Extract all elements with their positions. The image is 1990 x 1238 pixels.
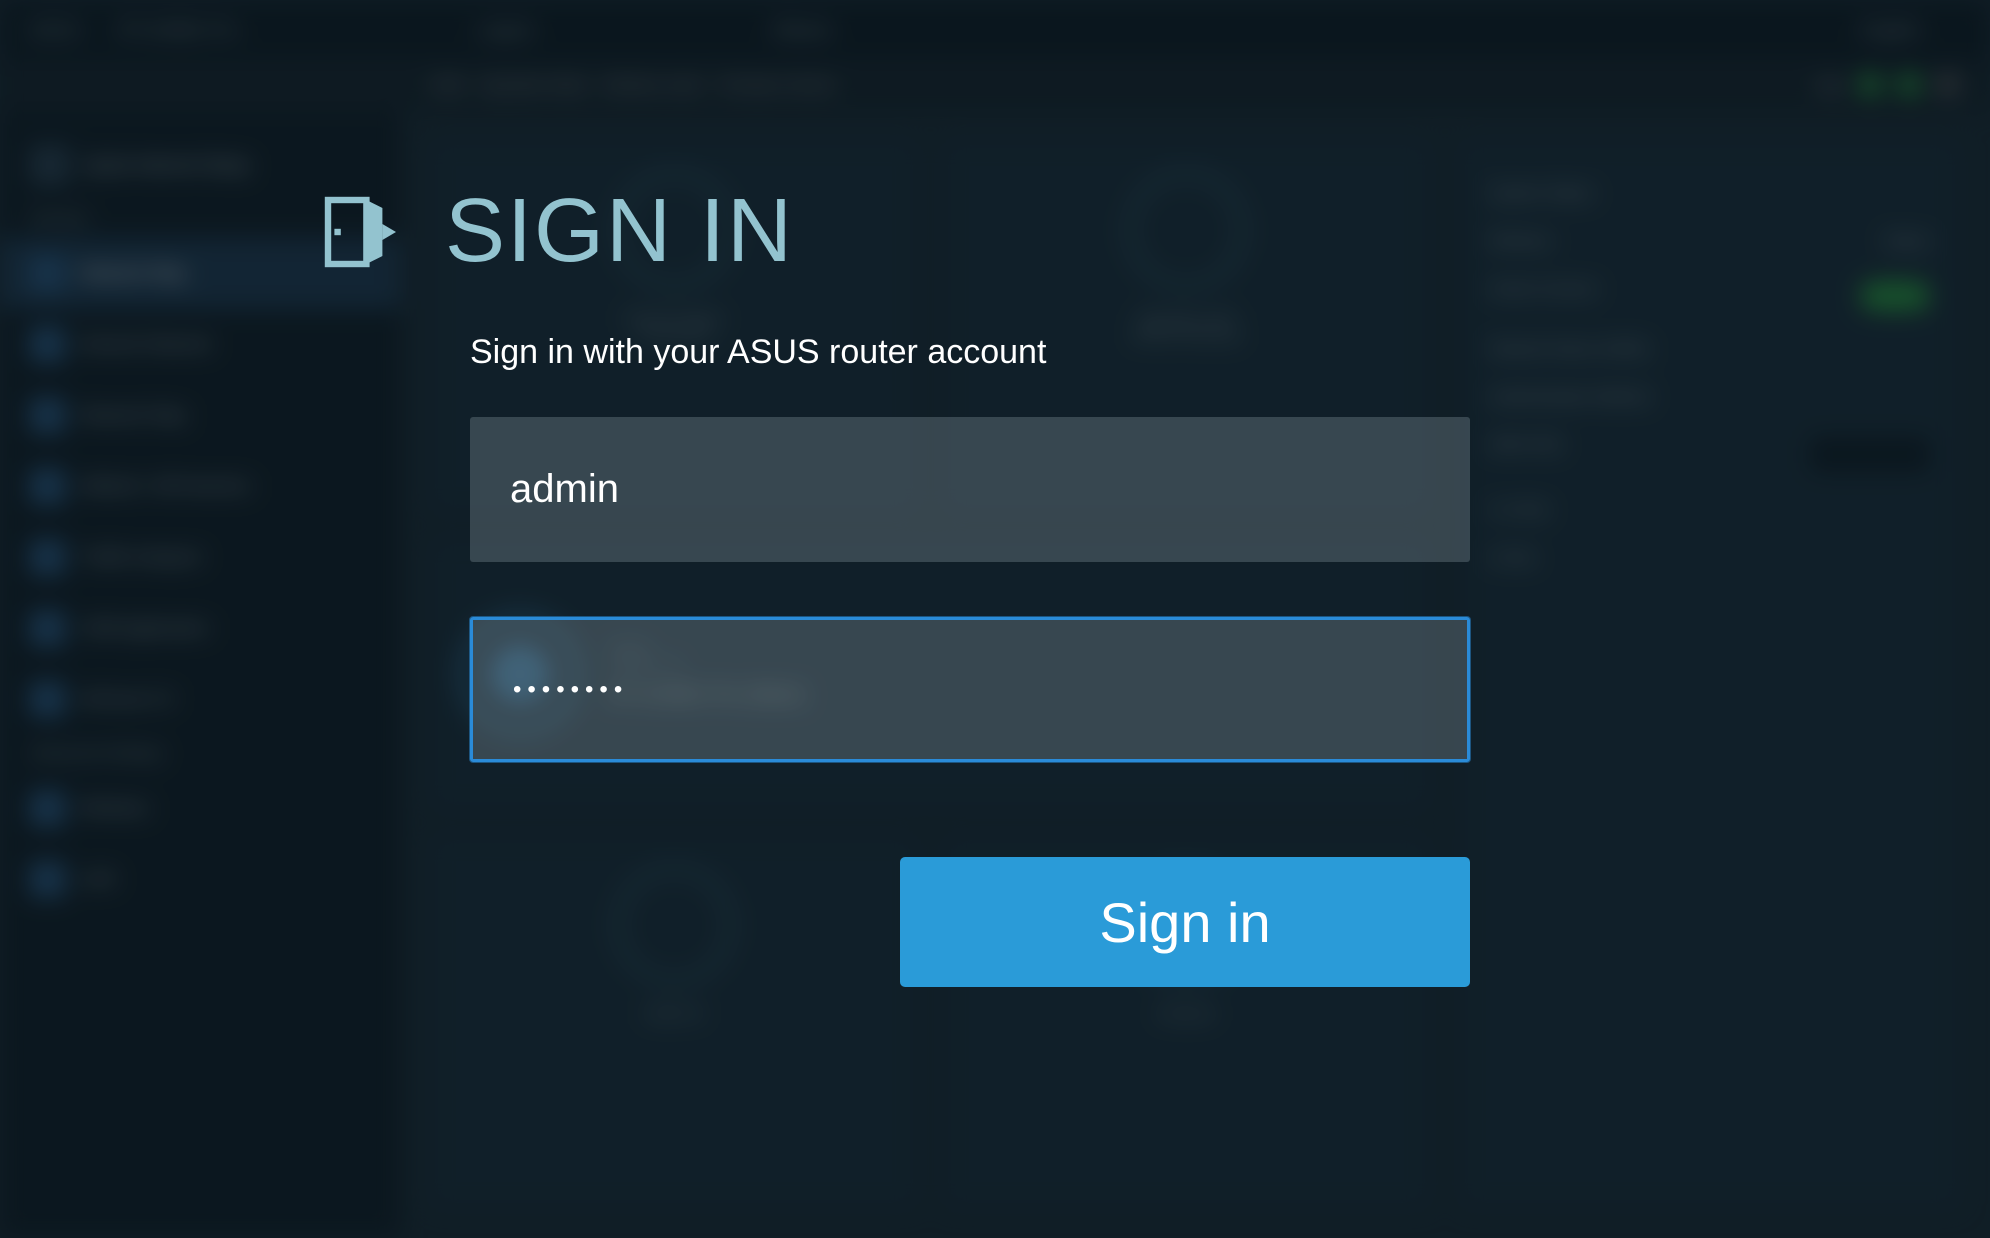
signin-modal: SIGN IN Sign in with your ASUS router ac… <box>320 180 1500 987</box>
username-input[interactable] <box>470 417 1470 562</box>
signin-button[interactable]: Sign in <box>900 857 1470 987</box>
signin-title: SIGN IN <box>445 180 794 283</box>
signin-door-icon <box>320 192 400 272</box>
password-input[interactable] <box>470 617 1470 762</box>
signin-header: SIGN IN <box>320 180 1500 283</box>
signin-subtitle: Sign in with your ASUS router account <box>470 333 1500 372</box>
signin-form: Sign in <box>470 417 1500 987</box>
